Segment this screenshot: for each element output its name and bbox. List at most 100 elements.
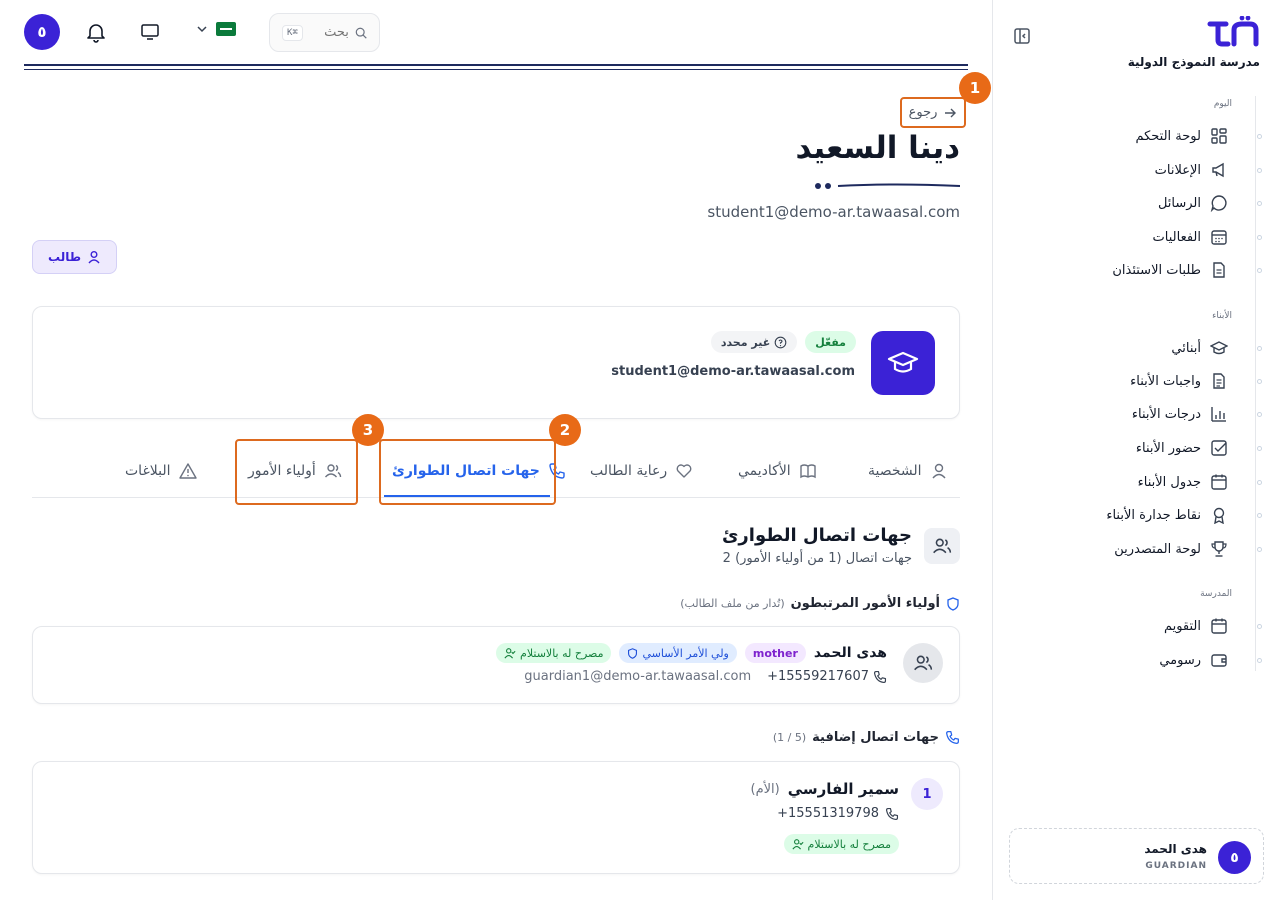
role-chip-label: طالب xyxy=(47,250,82,264)
document-lines-icon xyxy=(1213,373,1225,389)
header-divider xyxy=(24,69,968,70)
tab-label: الشخصية xyxy=(868,463,922,479)
section-title-today: اليوم xyxy=(1213,99,1232,109)
annotation-marker: 2 xyxy=(549,414,581,446)
tab-reports[interactable]: البلاغات xyxy=(125,444,197,498)
section-title-children: الأبناء xyxy=(1212,311,1232,321)
monitor-icon[interactable] xyxy=(139,21,161,43)
users-icon xyxy=(914,655,933,671)
annotation-marker: 1 xyxy=(959,72,991,104)
section-icon xyxy=(924,528,960,564)
document-icon xyxy=(1213,262,1225,278)
sidebar-item-label: لوحة المتصدرين xyxy=(1114,541,1201,557)
linked-guardians-note: (تُدار من ملف الطالب) xyxy=(680,597,785,610)
trophy-icon xyxy=(1211,541,1227,557)
extra-contacts-count: (1 / 5) xyxy=(772,731,807,744)
profile-email: student1@demo-ar.tawaasal.com xyxy=(611,364,855,379)
search-input[interactable] xyxy=(308,25,349,40)
user-icon xyxy=(932,463,946,479)
current-user-card[interactable]: ٥ هدى الحمد GUARDIAN xyxy=(1009,828,1264,884)
tab-personal[interactable]: الشخصية xyxy=(868,444,948,498)
sidebar-item-label: طلبات الاستئذان xyxy=(1112,262,1201,278)
profile-avatar-button[interactable]: ٥ xyxy=(24,14,60,50)
checkbox-icon xyxy=(1211,440,1227,456)
award-icon xyxy=(1213,507,1225,524)
annotation-highlight xyxy=(379,439,556,505)
contact-tags: مصرح له بالاستلام xyxy=(783,834,899,854)
language-switcher[interactable] xyxy=(196,22,236,36)
header-divider xyxy=(24,64,968,66)
avatar: ٥ xyxy=(1218,841,1251,874)
avatar xyxy=(903,643,943,683)
contact-index: 1 xyxy=(911,778,943,810)
phone-icon xyxy=(946,731,959,744)
sidebar-item-label: الرسائل xyxy=(1157,195,1201,211)
back-button[interactable]: رجوع xyxy=(900,97,966,128)
wallet-icon xyxy=(1211,654,1227,667)
sidebar-item-label: الإعلانات xyxy=(1154,162,1201,178)
annotation-highlight xyxy=(235,439,358,505)
status-unspecified-label: غير محدد xyxy=(720,335,771,349)
calendar-grid-icon xyxy=(1211,230,1227,245)
tab-label: البلاغات xyxy=(125,463,171,479)
calendar-icon xyxy=(1211,474,1227,490)
linked-guardians-heading: أولياء الأمور المرتبطون (تُدار من ملف ال… xyxy=(680,596,960,611)
sidebar-item-label: أبنائي xyxy=(1171,340,1201,356)
guardian-phone[interactable]: +15559217607 xyxy=(767,669,887,684)
heart-icon xyxy=(676,464,692,478)
sidebar-item-leave-requests[interactable]: طلبات الاستئذان xyxy=(1056,258,1262,282)
contact-phone[interactable]: +15551319798 xyxy=(777,806,899,821)
sidebar-item-fees[interactable]: رسومي xyxy=(1056,648,1262,672)
primary-guardian-tag: ولي الأمر الأساسي xyxy=(619,643,737,663)
chat-bubble-icon xyxy=(1210,195,1227,212)
contact-phone-number: +15551319798 xyxy=(777,806,879,821)
emergency-contact-card: 1 سمير الفارسي (الأم) +15551319798 مصرح … xyxy=(32,761,960,874)
sidebar-item-grades[interactable]: درجات الأبناء xyxy=(1056,402,1262,426)
sidebar-item-schedule[interactable]: جدول الأبناء xyxy=(1056,470,1262,494)
sidebar-item-my-children[interactable]: أبنائي xyxy=(1056,336,1262,360)
user-check-icon xyxy=(791,839,804,850)
graduation-cap-icon xyxy=(887,351,919,373)
search-box[interactable]: K⌘ xyxy=(269,13,380,52)
search-icon xyxy=(355,27,367,39)
contact-name: سمير الفارسي xyxy=(787,780,899,798)
sidebar-item-events[interactable]: الفعاليات xyxy=(1056,225,1262,249)
guardian-phone-number: +15559217607 xyxy=(767,669,869,684)
sidebar-item-calendar[interactable]: التقويم xyxy=(1056,614,1262,638)
section-title: جهات اتصال الطوارئ xyxy=(721,525,912,546)
guardian-email[interactable]: guardian1@demo-ar.tawaasal.com xyxy=(524,669,751,684)
sidebar-item-label: نقاط جدارة الأبناء xyxy=(1106,507,1201,523)
tab-academic[interactable]: الأكاديمي xyxy=(738,444,817,498)
guardian-name: هدى الحمد xyxy=(813,645,887,661)
warning-icon xyxy=(178,463,197,479)
user-name: هدى الحمد xyxy=(1144,842,1207,856)
role-chip: طالب xyxy=(32,240,117,274)
student-profile-card: غير محدد مفعّل student1@demo-ar.tawaasal… xyxy=(32,306,960,419)
tab-label: رعاية الطالب xyxy=(590,463,668,479)
primary-guardian-label: ولي الأمر الأساسي xyxy=(642,646,729,660)
saudi-flag-icon xyxy=(216,22,236,36)
status-badge: مفعّل xyxy=(805,331,856,353)
sidebar-item-dashboard[interactable]: لوحة التحكم xyxy=(1056,124,1262,148)
pickup-authorized-tag: مصرح له بالاستلام xyxy=(783,834,899,854)
title-underline-decoration xyxy=(815,183,960,189)
chevron-down-icon xyxy=(197,26,207,33)
extra-contacts-title: جهات اتصال إضافية xyxy=(812,730,939,745)
sidebar-item-homework[interactable]: واجبات الأبناء xyxy=(1056,369,1262,393)
status-badge: غير محدد xyxy=(710,331,798,353)
bell-icon[interactable] xyxy=(85,21,107,43)
tab-label: الأكاديمي xyxy=(738,463,791,479)
collapse-sidebar-icon[interactable] xyxy=(1013,27,1031,45)
tab-student-care[interactable]: رعاية الطالب xyxy=(590,444,693,498)
sidebar-item-announcements[interactable]: الإعلانات xyxy=(1056,158,1262,182)
section-subtitle: 2 جهات اتصال (1 من أولياء الأمور) xyxy=(722,551,912,566)
shield-icon xyxy=(947,596,959,611)
sidebar-item-attendance[interactable]: حضور الأبناء xyxy=(1056,436,1262,460)
sidebar-item-messages[interactable]: الرسائل xyxy=(1056,191,1262,215)
sidebar-item-leaderboard[interactable]: لوحة المتصدرين xyxy=(1056,537,1262,561)
sidebar-item-label: رسومي xyxy=(1159,652,1201,668)
book-icon xyxy=(800,464,816,479)
sidebar: مدرسة النموذج الدولية اليوم لوحة التحكم … xyxy=(992,0,1280,900)
pickup-authorized-tag: مصرح له بالاستلام xyxy=(496,643,612,663)
sidebar-item-merit-points[interactable]: نقاط جدارة الأبناء xyxy=(1056,503,1262,527)
